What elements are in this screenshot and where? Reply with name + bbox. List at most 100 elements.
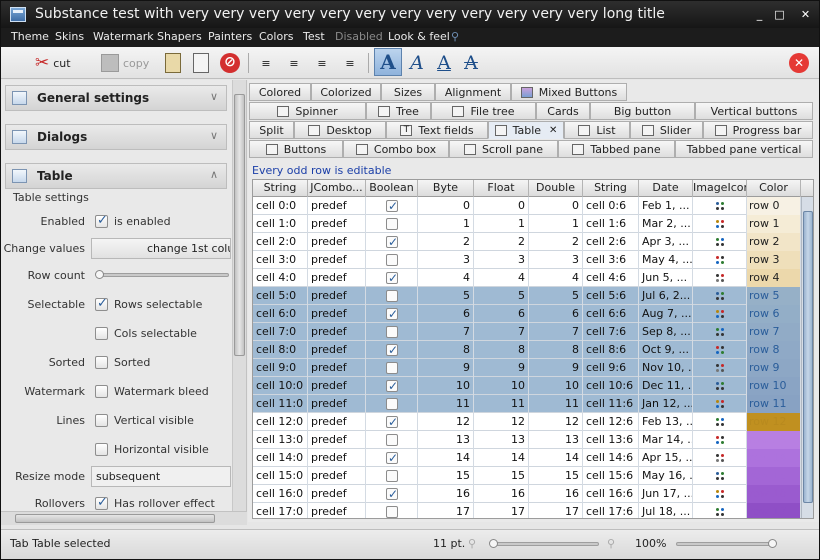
table-cell[interactable]: 4 — [418, 269, 474, 287]
row-checkbox[interactable] — [386, 254, 398, 266]
table-cell[interactable]: row 8 — [747, 341, 801, 359]
zoom-slider-knob[interactable] — [768, 539, 777, 548]
table-cell[interactable]: 2 — [418, 233, 474, 251]
table-cell[interactable]: cell 2:6 — [583, 233, 639, 251]
table-cell[interactable]: 10 — [474, 377, 529, 395]
row-checkbox[interactable] — [386, 362, 398, 374]
column-header[interactable]: Byte — [418, 180, 474, 197]
tab-combo-box[interactable]: Combo box — [343, 140, 449, 158]
table-cell[interactable]: 8 — [529, 341, 583, 359]
font-size-slider-knob[interactable] — [489, 539, 498, 548]
table-cell[interactable]: Jul 18, ... — [639, 503, 693, 518]
table-cell[interactable]: 10 — [529, 377, 583, 395]
table-cell[interactable]: cell 4:6 — [583, 269, 639, 287]
table-row[interactable]: cell 16:0predef161616cell 16:6Jun 17, ..… — [253, 485, 801, 503]
table-cell[interactable]: Oct 9, ... — [639, 341, 693, 359]
table-cell[interactable] — [693, 287, 747, 305]
table-cell[interactable]: 0 — [474, 197, 529, 215]
table-cell[interactable]: Feb 1, ... — [639, 197, 693, 215]
table-cell[interactable]: cell 9:0 — [253, 359, 308, 377]
table-cell[interactable]: 15 — [418, 467, 474, 485]
table-cell[interactable]: predef — [308, 449, 366, 467]
table-cell[interactable] — [693, 467, 747, 485]
table-cell[interactable] — [366, 323, 418, 341]
section-dialogs[interactable]: Dialogs ∨ — [5, 124, 227, 150]
table-cell[interactable]: cell 13:6 — [583, 431, 639, 449]
table-cell[interactable] — [693, 197, 747, 215]
table-cell[interactable]: row 13 — [747, 431, 801, 449]
table-cell[interactable]: row 15 — [747, 467, 801, 485]
table-row[interactable]: cell 4:0predef444cell 4:6Jun 5, ...row 4 — [253, 269, 801, 287]
table-cell[interactable]: predef — [308, 485, 366, 503]
table-row[interactable]: cell 3:0 predef 3 3 3 cell 3:6 May 4, ... row 3 — [253, 251, 801, 269]
row-checkbox[interactable] — [386, 326, 398, 338]
row-checkbox[interactable] — [386, 290, 398, 302]
table-cell[interactable] — [366, 233, 418, 251]
tab-colored[interactable]: Colored — [249, 83, 311, 101]
table-cell[interactable] — [693, 377, 747, 395]
table-cell[interactable]: row 1 — [747, 215, 801, 233]
table-cell[interactable]: Apr 15, ... — [639, 449, 693, 467]
table-cell[interactable]: 4 — [529, 269, 583, 287]
table-cell[interactable]: cell 14:0 — [253, 449, 308, 467]
table-cell[interactable]: predef — [308, 269, 366, 287]
table-cell[interactable]: Jan 12, ... — [639, 395, 693, 413]
tab-big-button[interactable]: Big button — [590, 102, 695, 120]
maximize-icon[interactable]: □ — [773, 8, 786, 21]
table-cell[interactable]: 14 — [529, 449, 583, 467]
table-cell[interactable]: row 6 — [747, 305, 801, 323]
table-cell[interactable]: row 9 — [747, 359, 801, 377]
table-cell[interactable]: Jun 5, ... — [639, 269, 693, 287]
table-cell[interactable]: cell 0:6 — [583, 197, 639, 215]
table-cell[interactable]: 6 — [418, 305, 474, 323]
table-row[interactable]: cell 15:0predef151515cell 15:6May 16, ..… — [253, 467, 801, 485]
table-cell[interactable]: cell 6:0 — [253, 305, 308, 323]
table-cell[interactable] — [693, 503, 747, 518]
table-cell[interactable]: row 7 — [747, 323, 801, 341]
underline-font-button[interactable]: A — [433, 50, 455, 76]
table-row[interactable]: cell 7:0 predef 7 7 7 cell 7:6 Sep 8, ... row 7 — [253, 323, 801, 341]
tab-list[interactable]: List — [564, 121, 630, 139]
table-cell[interactable]: predef — [308, 233, 366, 251]
table-cell[interactable]: cell 7:0 — [253, 323, 308, 341]
table-cell[interactable]: cell 1:6 — [583, 215, 639, 233]
table-cell[interactable]: 3 — [474, 251, 529, 269]
table-cell[interactable]: cell 17:6 — [583, 503, 639, 518]
tab-colorized[interactable]: Colorized — [311, 83, 381, 101]
tab-tabbed-pane-vertical[interactable]: Tabbed pane vertical — [675, 140, 813, 158]
column-header[interactable]: JCombo... — [308, 180, 366, 197]
table-cell[interactable]: 5 — [418, 287, 474, 305]
watermark-bleed-checkbox[interactable] — [95, 385, 108, 398]
table-cell[interactable]: 6 — [474, 305, 529, 323]
italic-font-button[interactable]: A — [406, 50, 428, 76]
rows-selectable-checkbox[interactable] — [95, 296, 108, 311]
table-cell[interactable]: Feb 13, ... — [639, 413, 693, 431]
tab-alignment[interactable]: Alignment — [435, 83, 511, 101]
row-checkbox[interactable] — [386, 198, 398, 215]
table-cell[interactable] — [693, 431, 747, 449]
table-cell[interactable]: row 5 — [747, 287, 801, 305]
table-cell[interactable]: 9 — [418, 359, 474, 377]
table-cell[interactable]: 7 — [418, 323, 474, 341]
tab-table[interactable]: Table ✕ — [488, 121, 564, 139]
row-checkbox[interactable] — [386, 342, 398, 359]
table-cell[interactable]: Sep 8, ... — [639, 323, 693, 341]
table-cell[interactable]: predef — [308, 215, 366, 233]
left-panel-scrollbar[interactable] — [232, 80, 246, 512]
table-cell[interactable]: 13 — [474, 431, 529, 449]
column-header[interactable]: String — [583, 180, 639, 197]
tab-sizes[interactable]: Sizes — [381, 83, 435, 101]
table-cell[interactable]: 2 — [529, 233, 583, 251]
table-cell[interactable]: Apr 3, ... — [639, 233, 693, 251]
row-checkbox[interactable] — [386, 434, 398, 446]
search-icon[interactable]: ⚲ — [451, 30, 459, 43]
table-cell[interactable] — [693, 323, 747, 341]
table-cell[interactable]: row 16 — [747, 485, 801, 503]
table-cell[interactable]: May 4, ... — [639, 251, 693, 269]
tab-split[interactable]: Split — [249, 121, 294, 139]
table-row[interactable]: cell 13:0 predef 13 13 13 cell 13:6 Mar 14, ..… — [253, 431, 801, 449]
tab-tabbed-pane[interactable]: Tabbed pane — [558, 140, 675, 158]
table-cell[interactable]: 11 — [418, 395, 474, 413]
table-cell[interactable]: predef — [308, 413, 366, 431]
zoom-in-icon[interactable]: ⚲ — [607, 537, 615, 550]
